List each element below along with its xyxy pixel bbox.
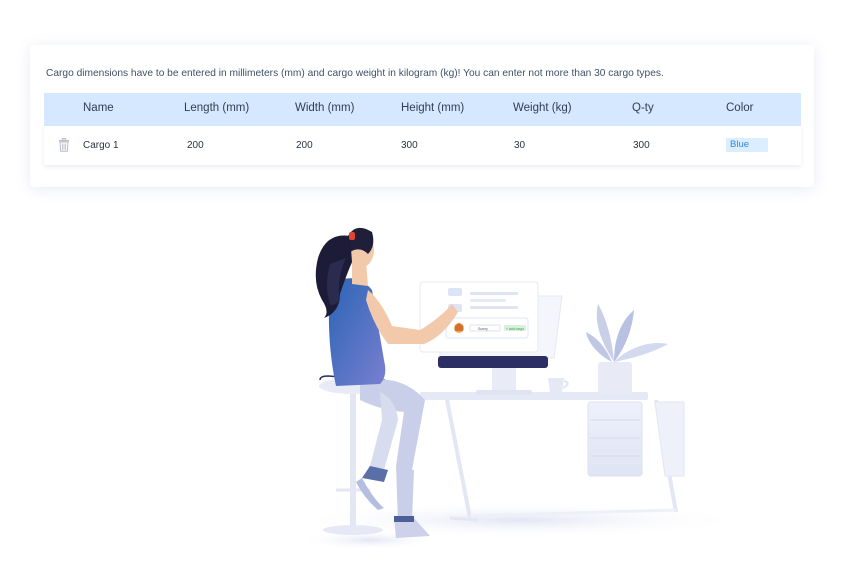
column-header-length: Length (mm) <box>184 102 250 114</box>
cargo-notice-text: Cargo dimensions have to be entered in m… <box>46 68 664 79</box>
color-select-value: Blue <box>730 139 750 150</box>
color-select[interactable]: Blue <box>726 138 768 152</box>
cargo-table-card: Cargo dimensions have to be entered in m… <box>30 45 814 187</box>
cell-weight[interactable]: 30 <box>514 140 525 151</box>
column-header-weight: Weight (kg) <box>513 102 572 114</box>
column-header-width: Width (mm) <box>295 102 355 114</box>
cell-qty[interactable]: 300 <box>633 140 650 151</box>
column-header-name: Name <box>83 102 114 114</box>
table-header: Name Length (mm) Width (mm) Height (mm) … <box>44 93 801 126</box>
cell-width[interactable]: 200 <box>296 140 313 151</box>
cell-name[interactable]: Cargo 1 <box>83 140 119 151</box>
cell-height[interactable]: 300 <box>401 140 418 151</box>
trash-icon[interactable] <box>58 138 70 152</box>
column-header-qty: Q-ty <box>632 102 654 114</box>
cell-length[interactable]: 200 <box>187 140 204 151</box>
column-header-height: Height (mm) <box>401 102 465 114</box>
svg-text:Sunny: Sunny <box>478 327 488 331</box>
svg-text:+ add cargo: + add cargo <box>506 327 524 331</box>
column-header-color: Color <box>726 102 754 114</box>
table-row: Cargo 1 200 200 300 30 300 Blue <box>44 126 801 165</box>
